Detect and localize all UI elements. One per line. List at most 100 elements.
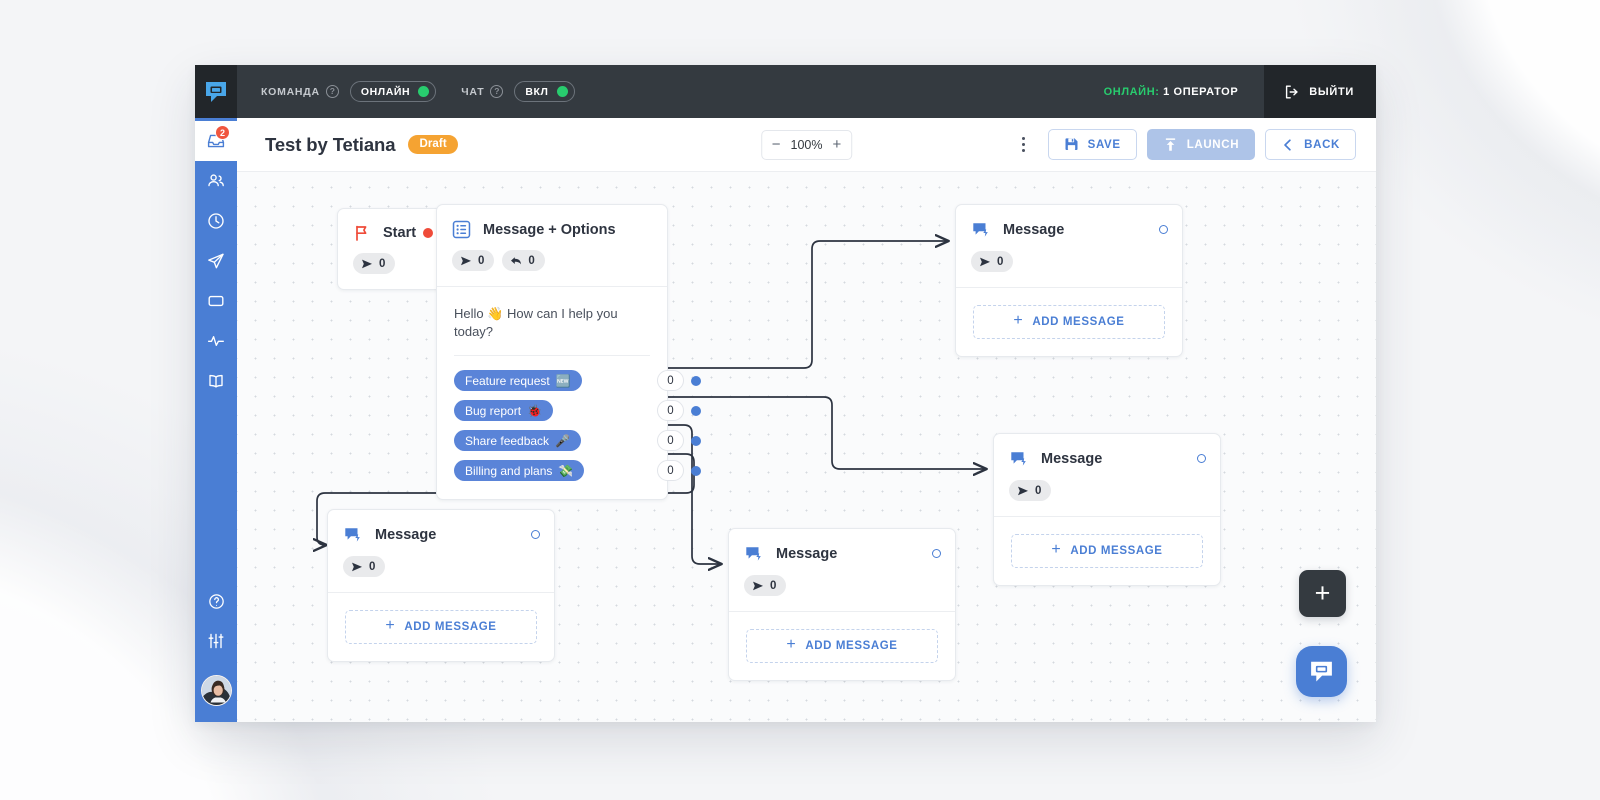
sidebar-item-analytics[interactable]: [195, 321, 237, 361]
option-pill[interactable]: Share feedback 🎤: [454, 430, 582, 452]
option-row[interactable]: Feature request 🆕 0: [454, 370, 701, 392]
chat-help-icon[interactable]: ?: [490, 85, 504, 98]
avatar-photo: [201, 676, 231, 705]
chip-value: 0: [379, 257, 386, 270]
option-output-port[interactable]: [691, 435, 701, 446]
node-start[interactable]: Start 0: [337, 208, 450, 290]
chip-value: 0: [369, 560, 376, 573]
node-options-header: Message + Options: [437, 205, 667, 239]
online-operators: ОНЛАЙН: 1 ОПЕРАТОР: [1104, 86, 1265, 98]
option-row[interactable]: Share feedback 🎤 0: [454, 430, 701, 452]
option-output-port[interactable]: [691, 405, 701, 416]
option-row[interactable]: Billing and plans 💸 0: [454, 460, 701, 482]
topbar-right-group: ОНЛАЙН: 1 ОПЕРАТОР ВЫЙТИ: [1104, 65, 1376, 118]
chat-status-toggle[interactable]: ВКЛ: [514, 81, 575, 102]
sidebar-item-contacts[interactable]: [195, 161, 237, 201]
send-icon: [1018, 486, 1028, 495]
node-body-pad: [994, 517, 1220, 534]
book-icon: [209, 374, 223, 388]
node-message-bottom-mid[interactable]: Message 0 + ADD MESSAGE: [728, 528, 956, 681]
option-pill[interactable]: Bug report 🐞: [454, 400, 553, 422]
plus-icon: +: [1314, 578, 1331, 608]
chip-sent-count: 0: [452, 250, 495, 271]
send-plane-icon: [208, 253, 224, 269]
chip-value: 0: [997, 255, 1004, 268]
help-circle-icon: [208, 593, 224, 609]
node-message-options[interactable]: Message + Options 0 0 Hello 👋 How can I …: [436, 204, 701, 501]
option-count: 0: [657, 370, 684, 392]
message-bolt-icon: [345, 528, 360, 542]
node-body-pad: [729, 612, 955, 629]
page-title: Test by Tetiana: [265, 133, 396, 155]
sidebar-item-help[interactable]: [195, 581, 237, 621]
node-start-header: Start: [338, 209, 449, 242]
node-message-bottom-left[interactable]: Message 0 + ADD MESSAGE: [327, 509, 555, 662]
send-icon: [352, 562, 362, 571]
option-pill[interactable]: Feature request 🆕: [454, 370, 582, 392]
edge-feature-to-message-top: [667, 241, 948, 369]
inbox-badge: 2: [215, 125, 230, 140]
zoom-out-button[interactable]: −: [772, 137, 781, 152]
zoom-control: − 100% +: [760, 129, 853, 160]
chat-status-label: ВКЛ: [525, 85, 549, 98]
send-icon: [753, 581, 763, 590]
option-pill[interactable]: Billing and plans 💸: [454, 460, 585, 482]
chip-value: 0: [1035, 484, 1042, 497]
node-body-pad: [956, 288, 1182, 305]
option-emoji: 💸: [558, 463, 574, 478]
node-message-top-right[interactable]: Message 0 + ADD MESSAGE: [955, 204, 1183, 357]
back-label: BACK: [1304, 138, 1340, 151]
node-body-pad: [328, 593, 554, 610]
online-operators-count: 1 ОПЕРАТОР: [1163, 85, 1239, 98]
node-output-port[interactable]: [1197, 454, 1206, 463]
avatar[interactable]: [200, 675, 232, 706]
sidebar-item-history[interactable]: [195, 201, 237, 241]
option-count: 0: [657, 460, 684, 482]
add-node-fab[interactable]: +: [1299, 570, 1346, 617]
sidebar-item-campaigns[interactable]: [195, 241, 237, 281]
add-message-button[interactable]: + ADD MESSAGE: [746, 629, 938, 663]
node-message-title: Message: [375, 527, 437, 543]
add-message-button[interactable]: + ADD MESSAGE: [345, 610, 537, 644]
team-status-dot: [418, 86, 430, 97]
add-message-button[interactable]: + ADD MESSAGE: [1011, 534, 1203, 568]
status-badge: Draft: [408, 135, 458, 154]
add-message-button[interactable]: + ADD MESSAGE: [973, 305, 1165, 339]
option-count: 0: [657, 430, 684, 452]
option-row[interactable]: Bug report 🐞 0: [454, 400, 701, 422]
node-output-port[interactable]: [531, 530, 540, 539]
chat-widget-fab[interactable]: [1296, 646, 1347, 697]
online-operators-prefix: ОНЛАЙН:: [1103, 85, 1160, 98]
app-window: КОМАНДА ? ОНЛАЙН ЧАТ ? ВКЛ ОНЛАЙН: 1 ОПЕ…: [195, 65, 1376, 722]
node-message-chips: 0: [328, 545, 554, 592]
node-message-mid-right[interactable]: Message 0 + ADD MESSAGE: [993, 433, 1221, 586]
launch-button[interactable]: LAUNCH: [1146, 129, 1256, 160]
node-output-port[interactable]: [932, 549, 941, 558]
plus-icon: +: [385, 617, 396, 634]
message-text: Hello 👋 How can I help you today?: [454, 306, 618, 339]
save-disk-icon: [1065, 138, 1078, 150]
logout-button[interactable]: ВЫЙТИ: [1264, 65, 1376, 118]
node-start-chips: 0: [338, 242, 449, 289]
sidebar-item-settings[interactable]: [195, 621, 237, 661]
sidebar-item-inbox[interactable]: 2: [195, 121, 237, 161]
kebab-menu-icon[interactable]: [1014, 131, 1034, 159]
plus-icon: +: [786, 636, 797, 653]
option-label: Feature request: [465, 373, 550, 388]
save-button[interactable]: SAVE: [1047, 129, 1137, 160]
option-output-port[interactable]: [691, 465, 701, 476]
zoom-in-button[interactable]: +: [833, 137, 842, 152]
chip-sent-count: 0: [343, 556, 386, 577]
team-status-toggle[interactable]: ОНЛАЙН: [349, 81, 437, 102]
node-options-title: Message + Options: [483, 221, 616, 238]
brand-logo-cell[interactable]: [195, 65, 237, 118]
back-button[interactable]: BACK: [1265, 129, 1356, 160]
edge-bug-to-message-mid: [667, 396, 986, 469]
sidebar-item-knowledge-base[interactable]: [195, 361, 237, 401]
team-help-icon[interactable]: ?: [325, 85, 339, 98]
node-output-port[interactable]: [1159, 225, 1168, 234]
flow-canvas[interactable]: Start 0 Message + Options 0 0 Hello 👋 Ho…: [237, 172, 1376, 722]
option-output-port[interactable]: [691, 375, 701, 386]
sidebar-item-widgets[interactable]: [195, 281, 237, 321]
node-start-status-dot: [423, 228, 433, 238]
